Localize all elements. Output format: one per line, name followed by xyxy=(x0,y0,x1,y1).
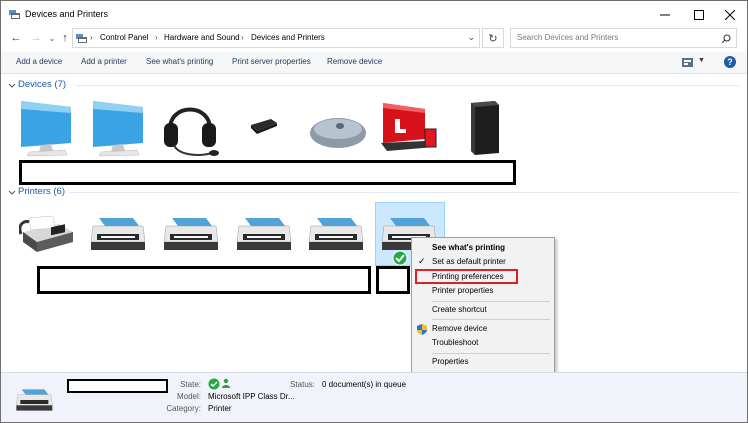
up-button[interactable]: ↑ xyxy=(58,30,72,46)
headset-icon[interactable] xyxy=(162,97,222,159)
usb-receiver-icon[interactable] xyxy=(249,117,279,135)
menu-set-default-printer[interactable]: Set as default printer xyxy=(432,257,506,266)
add-printer-button[interactable]: Add a printer xyxy=(81,57,127,66)
devices-group-header[interactable]: Devices (7) xyxy=(18,79,66,90)
close-button[interactable] xyxy=(713,1,747,28)
breadcrumb-separator: › xyxy=(241,33,244,42)
menu-separator xyxy=(432,353,550,354)
maximize-button[interactable] xyxy=(682,1,716,28)
menu-see-whats-printing[interactable]: See what's printing xyxy=(432,243,505,252)
fax-icon[interactable] xyxy=(19,214,77,256)
search-input[interactable]: Search Devices and Printers xyxy=(517,33,618,42)
breadcrumb-separator: › xyxy=(90,33,93,42)
breadcrumb-separator: › xyxy=(155,33,158,42)
view-dropdown-icon[interactable]: ▼ xyxy=(698,57,705,64)
status-label: Status: xyxy=(290,380,315,389)
menu-separator xyxy=(432,319,550,320)
address-row: ← → ⌄ ↑ › Control Panel › Hardware and S… xyxy=(1,28,747,50)
printers-group-header[interactable]: Printers (6) xyxy=(18,186,65,197)
model-value: Microsoft IPP Class Dr... xyxy=(208,392,295,401)
add-device-button[interactable]: Add a device xyxy=(16,57,62,66)
breadcrumb-hardware-sound[interactable]: Hardware and Sound xyxy=(164,33,240,42)
printer-icon[interactable] xyxy=(89,214,149,254)
see-whats-printing-button[interactable]: See what's printing xyxy=(146,57,213,66)
collapse-chevron-icon[interactable] xyxy=(8,81,16,89)
model-label: Model: xyxy=(176,392,201,401)
collapse-chevron-icon[interactable] xyxy=(8,188,16,196)
help-icon[interactable]: ? xyxy=(724,56,736,68)
checkmark-icon: ✓ xyxy=(418,256,426,266)
redacted-printer-name xyxy=(376,266,410,294)
printer-icon[interactable] xyxy=(162,214,222,254)
context-menu: See what's printing ✓ Set as default pri… xyxy=(411,237,555,373)
print-server-properties-button[interactable]: Print server properties xyxy=(232,57,311,66)
refresh-icon: ↻ xyxy=(488,32,498,45)
computer-tower-icon[interactable] xyxy=(465,99,503,157)
remove-device-button[interactable]: Remove device xyxy=(327,57,382,66)
view-options-icon[interactable] xyxy=(682,58,693,67)
breadcrumb-control-panel[interactable]: Control Panel xyxy=(100,33,148,42)
state-ok-icon xyxy=(208,378,220,390)
menu-remove-device[interactable]: Remove device xyxy=(432,324,487,333)
address-bar[interactable]: › Control Panel › Hardware and Sound › D… xyxy=(72,28,480,48)
shield-icon xyxy=(417,324,427,335)
monitor-icon[interactable] xyxy=(19,99,75,157)
category-value: Printer xyxy=(208,404,232,413)
mouse-icon[interactable] xyxy=(308,115,368,151)
menu-properties[interactable]: Properties xyxy=(432,357,468,366)
redacted-printer-names xyxy=(37,266,371,294)
menu-printer-properties[interactable]: Printer properties xyxy=(432,286,493,295)
devices-printers-icon xyxy=(9,10,20,19)
redacted-device-names xyxy=(19,160,516,185)
back-arrow-icon: ← xyxy=(10,32,22,44)
monitor-icon[interactable] xyxy=(91,99,147,157)
shared-users-icon xyxy=(222,378,230,388)
state-label: State: xyxy=(180,380,201,389)
printer-icon xyxy=(16,389,53,411)
status-value: 0 document(s) in queue xyxy=(322,380,407,389)
menu-create-shortcut[interactable]: Create shortcut xyxy=(432,305,487,314)
breadcrumb-devices-printers[interactable]: Devices and Printers xyxy=(251,33,325,42)
printer-icon[interactable] xyxy=(235,214,295,254)
search-box[interactable]: Search Devices and Printers xyxy=(510,28,737,48)
details-pane: State: Model: Microsoft IPP Class Dr... … xyxy=(1,372,747,422)
maximize-icon xyxy=(694,9,704,20)
group-divider xyxy=(69,192,739,193)
up-arrow-icon: ↑ xyxy=(62,32,68,44)
chevron-down-icon: ⌄ xyxy=(48,33,56,43)
printer-icon[interactable] xyxy=(307,214,367,254)
command-bar: Add a device Add a printer See what's pr… xyxy=(1,52,747,74)
forward-button[interactable]: → xyxy=(29,30,43,46)
control-panel-icon xyxy=(76,34,87,43)
default-check-icon xyxy=(392,250,408,266)
minimize-icon xyxy=(660,14,670,15)
minimize-button[interactable] xyxy=(648,1,682,28)
close-icon xyxy=(725,9,735,20)
forward-arrow-icon: → xyxy=(30,32,42,44)
address-dropdown-icon[interactable]: ⌄ xyxy=(467,32,475,43)
devices-and-printers-window: Devices and Printers ← → ⌄ ↑ › Control P… xyxy=(0,0,748,423)
category-label: Category: xyxy=(166,404,201,413)
back-button[interactable]: ← xyxy=(9,30,23,46)
refresh-button[interactable]: ↻ xyxy=(482,28,504,48)
recent-locations-button[interactable]: ⌄ xyxy=(45,30,59,46)
title-bar: Devices and Printers xyxy=(1,1,747,28)
menu-printing-preferences[interactable]: Printing preferences xyxy=(432,272,504,281)
window-title: Devices and Printers xyxy=(25,9,109,19)
menu-troubleshoot[interactable]: Troubleshoot xyxy=(432,338,478,347)
menu-separator xyxy=(432,301,550,302)
search-icon xyxy=(722,34,731,43)
laptop-icon[interactable] xyxy=(381,101,439,153)
group-divider xyxy=(75,85,739,86)
